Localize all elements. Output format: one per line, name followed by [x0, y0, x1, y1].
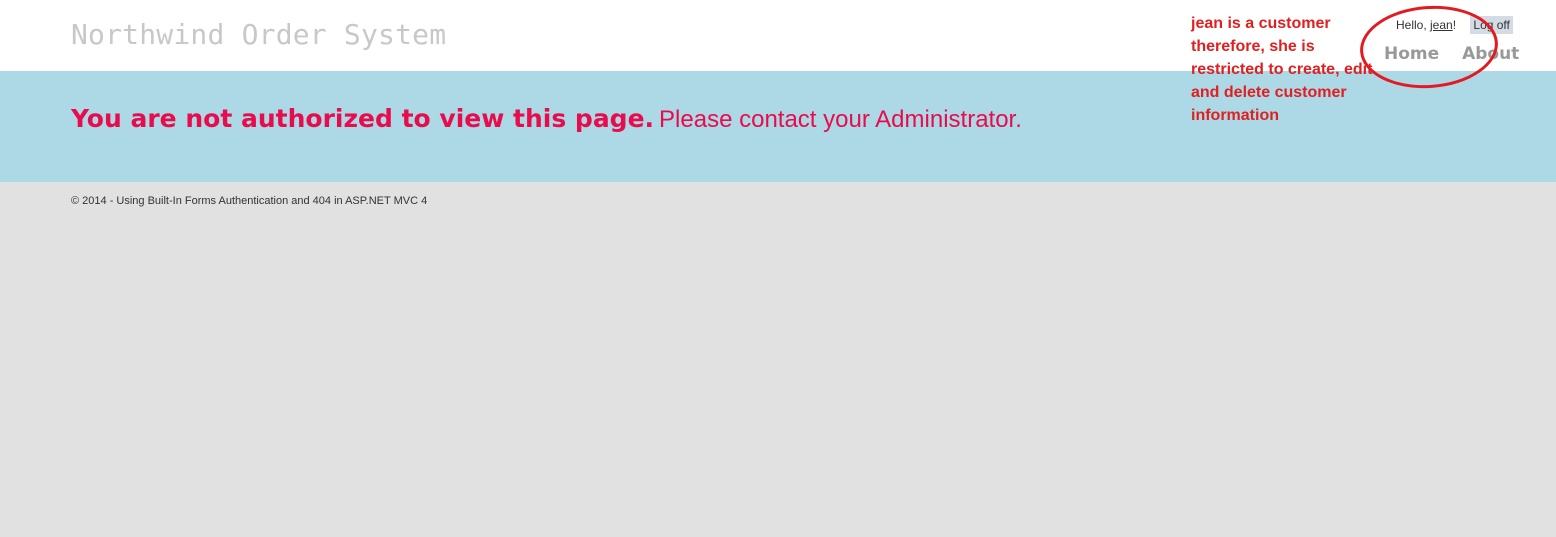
annotation-note: jean is a customer therefore, she is res… [1191, 15, 1373, 124]
greeting-prefix: Hello, [1396, 18, 1431, 32]
nav-link-about[interactable]: About [1462, 44, 1519, 64]
unauthorized-message: You are not authorized to view this page… [71, 104, 1022, 134]
nav-link-home[interactable]: Home [1384, 44, 1439, 64]
copyright-text: © 2014 - Using Built-In Forms Authentica… [71, 195, 428, 207]
log-off-link[interactable]: Log off [1470, 16, 1513, 34]
nav-menu: Home About [1384, 44, 1519, 64]
unauthorized-heading: You are not authorized to view this page… [71, 104, 655, 133]
greeting-suffix: ! [1452, 18, 1457, 32]
login-area: Hello, jean! Log off [1396, 16, 1513, 34]
username-link[interactable]: jean [1430, 18, 1453, 32]
nav-item-about: About [1462, 44, 1519, 64]
nav-item-home: Home [1384, 44, 1439, 64]
contact-admin-text: Please contact your Administrator. [659, 106, 1022, 133]
